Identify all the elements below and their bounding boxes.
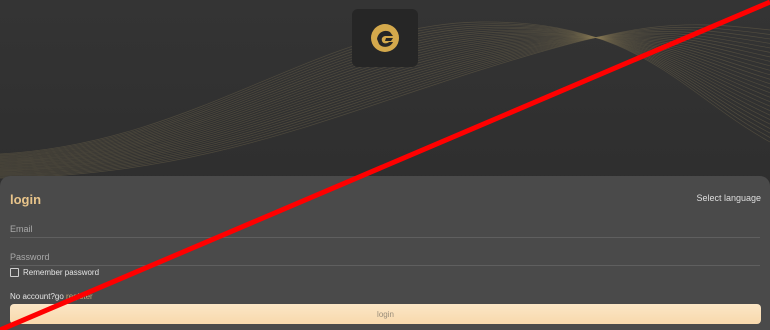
register-link[interactable]: register xyxy=(66,292,93,301)
login-panel: login Select language Remember password … xyxy=(0,176,770,330)
login-button[interactable]: login xyxy=(10,304,761,324)
email-field[interactable] xyxy=(10,221,760,238)
remember-password-checkbox[interactable] xyxy=(10,268,19,277)
login-title: login xyxy=(10,192,42,207)
login-page: login Select language Remember password … xyxy=(0,0,770,330)
password-field[interactable] xyxy=(10,249,760,266)
brand-logo xyxy=(352,9,418,67)
remember-password-label: Remember password xyxy=(23,268,100,277)
no-account-row: No account?go register xyxy=(10,292,93,301)
brand-logo-icon xyxy=(371,24,399,52)
remember-password-row[interactable]: Remember password xyxy=(10,268,99,277)
no-account-text: No account?go xyxy=(10,292,67,301)
select-language-button[interactable]: Select language xyxy=(696,193,761,203)
